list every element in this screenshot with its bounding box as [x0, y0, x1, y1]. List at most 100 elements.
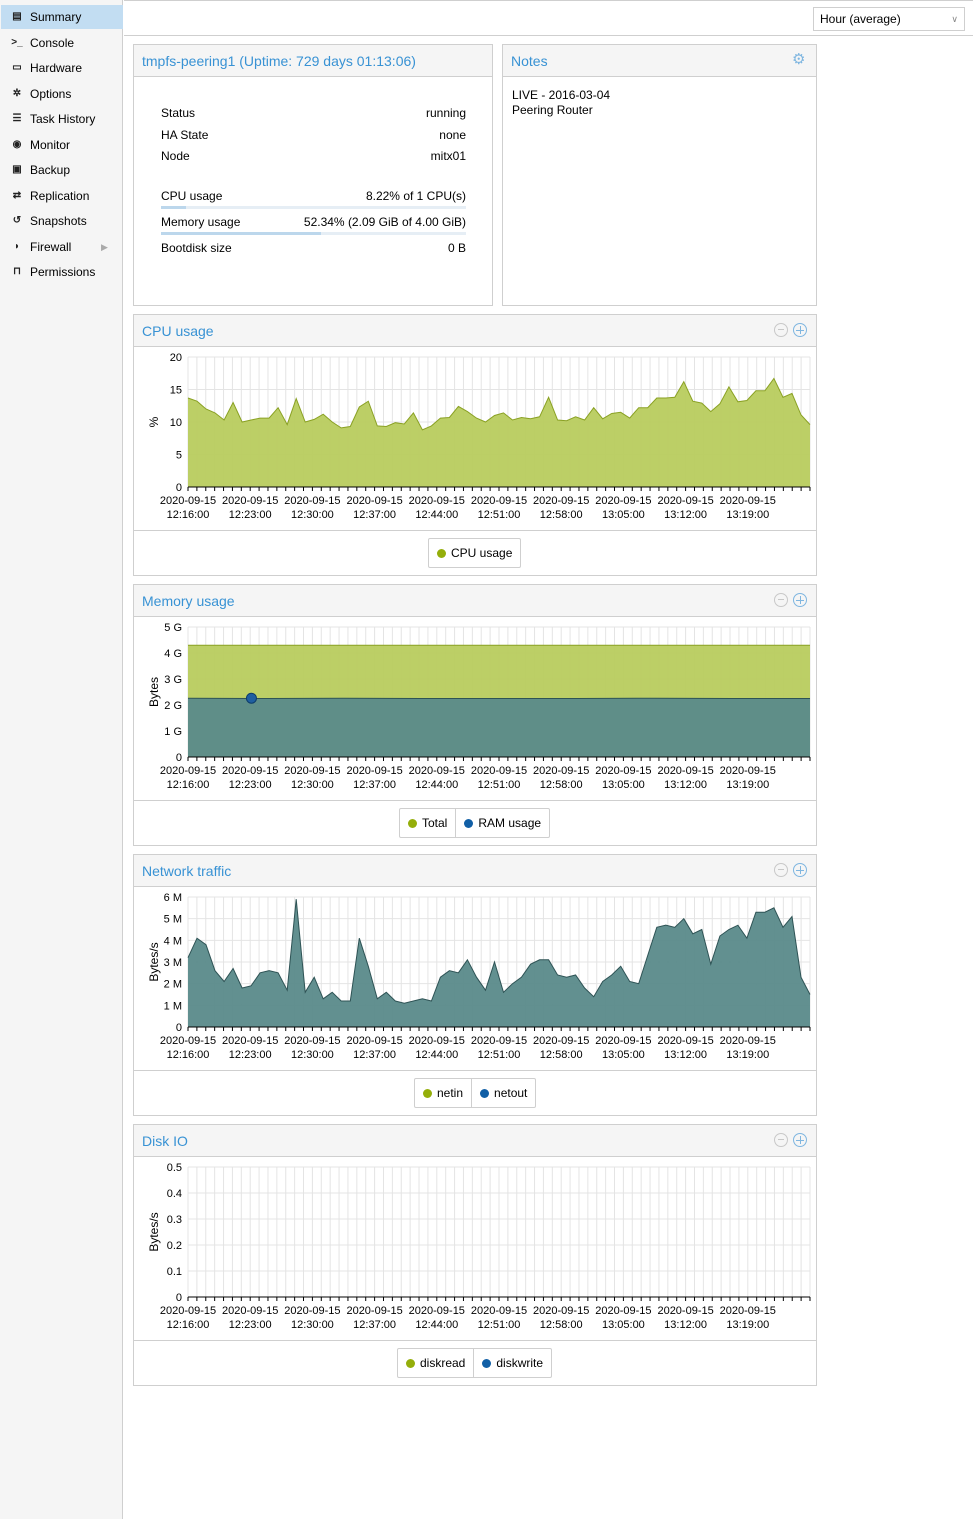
legend-row: Total RAM usage [134, 800, 816, 847]
chart-svg: 0 0.1 0.2 0.3 0.4 0.5 2020-09-15 12:16:00 2020-0… [147, 1162, 811, 1331]
zoom-in-icon[interactable] [793, 593, 807, 607]
x-tick-label-date: 2020-09-15 [471, 765, 527, 777]
chart-title: Network traffic [142, 863, 232, 879]
y-tick-label: 10 [170, 417, 182, 429]
legend-item-ram-usage[interactable]: RAM usage [455, 809, 549, 837]
y-tick-label: 0 [176, 1022, 182, 1034]
chart-svg: 0 5 10 15 20 2020-09-15 12:16:00 2020-09-15 12:2… [147, 352, 811, 521]
sidebar-item-label: Hardware [30, 61, 83, 75]
x-tick-label-time: 12:30:00 [291, 1049, 334, 1061]
legend-swatch [423, 1088, 432, 1098]
x-tick-label-time: 13:12:00 [664, 509, 707, 521]
y-tick-label: 15 [170, 385, 182, 397]
x-tick-label-time: 12:44:00 [415, 1049, 458, 1061]
memory-usage-bar-fill [161, 232, 321, 235]
x-tick-label-time: 12:37:00 [353, 1319, 396, 1331]
data-point-marker [245, 692, 257, 704]
sidebar: ▤ Summary >_ Console ▭ Hardware ✲ Options ☰ Task … [0, 0, 123, 1519]
x-tick-label-date: 2020-09-15 [284, 1305, 340, 1317]
sidebar-item-options[interactable]: ✲ Options [1, 82, 123, 106]
sidebar-item-backup[interactable]: ▣ Backup [1, 158, 123, 182]
node-value: mitx01 [430, 149, 466, 163]
legend-item-netout[interactable]: netout [471, 1079, 535, 1107]
legend-row: diskread diskwrite [134, 1340, 816, 1387]
zoom-reset-icon[interactable] [774, 593, 788, 607]
x-tick-label-time: 13:19:00 [726, 1319, 769, 1331]
x-tick-label-time: 12:30:00 [291, 779, 334, 791]
sidebar-item-task-history[interactable]: ☰ Task History [1, 107, 123, 131]
chevron-down-icon[interactable]: ∨ [951, 8, 958, 30]
bootdisk-value: 0 B [447, 241, 466, 255]
chart-title: Disk IO [142, 1133, 188, 1149]
x-tick-label-time: 12:58:00 [540, 779, 583, 791]
y-tick-label: 2 M [164, 979, 182, 991]
chart-legend: Total RAM usage [399, 808, 551, 838]
sidebar-item-replication[interactable]: ⇄ Replication [1, 184, 123, 208]
x-tick-label-date: 2020-09-15 [346, 765, 402, 777]
legend-item-diskwrite[interactable]: diskwrite [473, 1349, 551, 1377]
legend-item-diskread[interactable]: diskread [398, 1349, 473, 1377]
x-tick-label-time: 12:51:00 [478, 779, 521, 791]
chevron-right-icon: ▶ [101, 241, 108, 252]
legend-label: netin [437, 1086, 464, 1100]
sidebar-item-hardware[interactable]: ▭ Hardware [1, 56, 123, 80]
cpu-usage-bar-fill [161, 206, 187, 209]
sidebar-item-console[interactable]: >_ Console [1, 31, 123, 55]
y-tick-label: 20 [170, 352, 182, 364]
list-icon: ☰ [12, 113, 22, 124]
zoom-in-icon[interactable] [793, 863, 807, 877]
chart-title: Memory usage [142, 593, 235, 609]
x-tick-label-date: 2020-09-15 [222, 765, 278, 777]
x-tick-label-time: 12:16:00 [167, 779, 210, 791]
legend-row: CPU usage [134, 530, 816, 577]
y-tick-label: 1 M [164, 1000, 182, 1012]
gear-icon: ✲ [12, 87, 22, 99]
zoom-reset-icon[interactable] [774, 1133, 788, 1147]
ha-state-row: HA State none [161, 128, 466, 142]
status-value: running [425, 106, 466, 120]
y-tick-label: 3 M [164, 957, 182, 969]
timeframe-select[interactable]: Hour (average) ∨ [813, 7, 965, 31]
sidebar-item-permissions[interactable]: ⊓ Permissions [1, 260, 123, 284]
timeframe-value: Hour (average) [820, 12, 901, 26]
y-tick-label: 2 G [164, 700, 182, 712]
legend-item-total[interactable]: Total [400, 809, 455, 837]
zoom-in-icon[interactable] [793, 323, 807, 337]
y-tick-label: 0.5 [167, 1162, 182, 1174]
x-tick-label-time: 12:16:00 [167, 509, 210, 521]
y-tick-label: 0 [176, 1292, 182, 1304]
chart-legend: diskread diskwrite [397, 1348, 553, 1378]
x-tick-label-date: 2020-09-15 [533, 765, 589, 777]
zoom-reset-icon[interactable] [774, 863, 788, 877]
y-tick-label: 5 M [164, 914, 182, 926]
x-tick-label-time: 13:19:00 [726, 779, 769, 791]
x-tick-label-time: 13:05:00 [602, 1049, 645, 1061]
sidebar-item-firewall[interactable]: ◗ Firewall ▶ [1, 235, 123, 259]
x-tick-label-date: 2020-09-15 [160, 765, 216, 777]
eye-icon: ◉ [12, 138, 22, 150]
zoom-reset-icon[interactable] [774, 323, 788, 337]
status-panel: tmpfs-peering1 (Uptime: 729 days 01:13:0… [133, 44, 493, 306]
sidebar-item-label: Console [30, 35, 75, 50]
sidebar-item-summary[interactable]: ▤ Summary [1, 5, 123, 29]
floppy-icon: ▣ [12, 164, 22, 175]
zoom-in-icon[interactable] [793, 1133, 807, 1147]
cpu-usage-label: CPU usage [161, 189, 223, 203]
legend-item-cpu-usage[interactable]: CPU usage [429, 539, 520, 567]
legend-label: CPU usage [451, 546, 513, 560]
legend-label: netout [494, 1086, 528, 1100]
y-tick-label: 3 G [164, 674, 182, 686]
x-tick-label-date: 2020-09-15 [409, 1035, 465, 1047]
x-tick-label-date: 2020-09-15 [595, 495, 651, 507]
x-tick-label-date: 2020-09-15 [720, 1305, 776, 1317]
y-axis-label: Bytes/s [147, 942, 161, 981]
gear-icon[interactable]: ⚙ [792, 52, 805, 68]
x-tick-label-date: 2020-09-15 [720, 765, 776, 777]
legend-row: netin netout [134, 1070, 816, 1117]
x-tick-label-date: 2020-09-15 [222, 495, 278, 507]
sidebar-item-snapshots[interactable]: ↺ Snapshots [1, 209, 123, 233]
legend-item-netin[interactable]: netin [415, 1079, 471, 1107]
unlock-icon: ⊓ [13, 266, 21, 277]
sidebar-item-monitor[interactable]: ◉ Monitor [1, 133, 123, 157]
chart-svg: 0 1 G 2 G 3 G 4 G 5 G 2020-09-15 12:16:00 2020-0… [147, 622, 811, 791]
